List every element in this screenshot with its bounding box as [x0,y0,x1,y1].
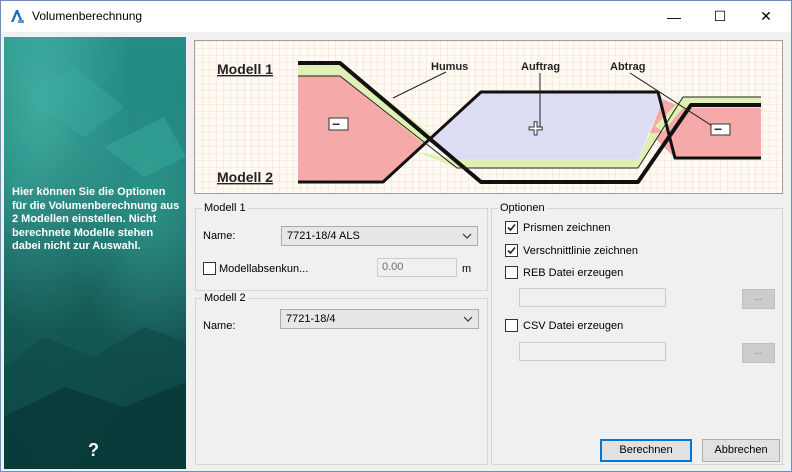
model2-name-value: 7721-18/4 [286,313,336,325]
auftrag-label: Auftrag [521,61,560,73]
help-icon[interactable]: ? [88,440,99,461]
model2-name-label: Name: [203,320,236,332]
berechnen-button[interactable]: Berechnen [600,439,692,462]
model2-name-select[interactable]: 7721-18/4 [280,309,479,329]
csv-checkbox[interactable] [505,319,518,332]
model1-group-title: Modell 1 [202,202,248,214]
prismen-checkbox[interactable] [505,221,518,234]
minus-left-icon: − [332,116,340,132]
close-button[interactable]: ✕ [743,1,789,32]
abtrag-label: Abtrag [610,61,645,73]
reb-checkbox[interactable] [505,266,518,279]
reb-path-input[interactable] [519,288,666,307]
reb-label: REB Datei erzeugen [523,267,624,279]
humus-label: Humus [431,61,468,73]
model-offset-input[interactable]: 0.00 [377,258,457,277]
plus-icon: + [528,113,543,143]
model-offset-checkbox[interactable] [203,262,216,275]
model-offset-label: Modellabsenkun... [219,263,309,275]
csv-label: CSV Datei erzeugen [523,320,624,332]
dialog-body: Hier können Sie die Optionen für die Vol… [1,32,791,471]
model1-group: Modell 1 Name: 7721-18/4 ALS Modellabsen… [195,202,488,291]
model1-name-select[interactable]: 7721-18/4 ALS [281,226,478,246]
chevron-down-icon [463,316,473,322]
volume-diagram: Modell 1 Modell 2 Humus Auftrag Abtrag −… [194,40,783,194]
abbrechen-button[interactable]: Abbrechen [702,439,780,462]
window-title: Volumenberechnung [32,9,143,23]
chevron-down-icon [462,233,472,239]
checkmark-icon [507,246,516,255]
verschnitt-label: Verschnittlinie zeichnen [523,245,638,257]
minimize-button[interactable]: — [651,1,697,32]
volume-calculation-dialog: Volumenberechnung — ☐ ✕ Hier können Sie … [0,0,792,472]
diagram-graphic: Modell 1 Modell 2 Humus Auftrag Abtrag −… [195,41,782,193]
maximize-icon: ☐ [713,8,727,24]
title-bar: Volumenberechnung — ☐ ✕ [1,1,791,32]
csv-path-input[interactable] [519,342,666,361]
options-group-title: Optionen [498,202,547,214]
maximize-button[interactable]: ☐ [697,1,743,32]
prismen-label: Prismen zeichnen [523,222,611,234]
reb-browse-button[interactable]: ... [742,289,775,309]
close-icon: ✕ [760,8,772,24]
minimize-icon: — [667,8,681,25]
model1-label: Modell 1 [217,61,273,77]
offset-unit-label: m [462,263,472,275]
info-text: Hier können Sie die Optionen für die Vol… [12,186,180,252]
model2-label: Modell 2 [217,169,273,185]
minus-right-icon: − [714,121,722,137]
verschnitt-checkbox[interactable] [505,244,518,257]
checkmark-icon [507,223,516,232]
model1-name-value: 7721-18/4 ALS [287,230,360,242]
options-group: Optionen Prismen zeichnen Verschnittlini… [491,202,783,465]
info-panel: Hier können Sie die Optionen für die Vol… [4,37,186,469]
model1-name-label: Name: [203,230,236,242]
model2-group: Modell 2 Name: 7721-18/4 [195,292,488,465]
model2-group-title: Modell 2 [202,292,248,304]
app-logo-icon [11,10,24,23]
model-offset-value: 0.00 [382,261,404,273]
csv-browse-button[interactable]: ... [742,343,775,363]
